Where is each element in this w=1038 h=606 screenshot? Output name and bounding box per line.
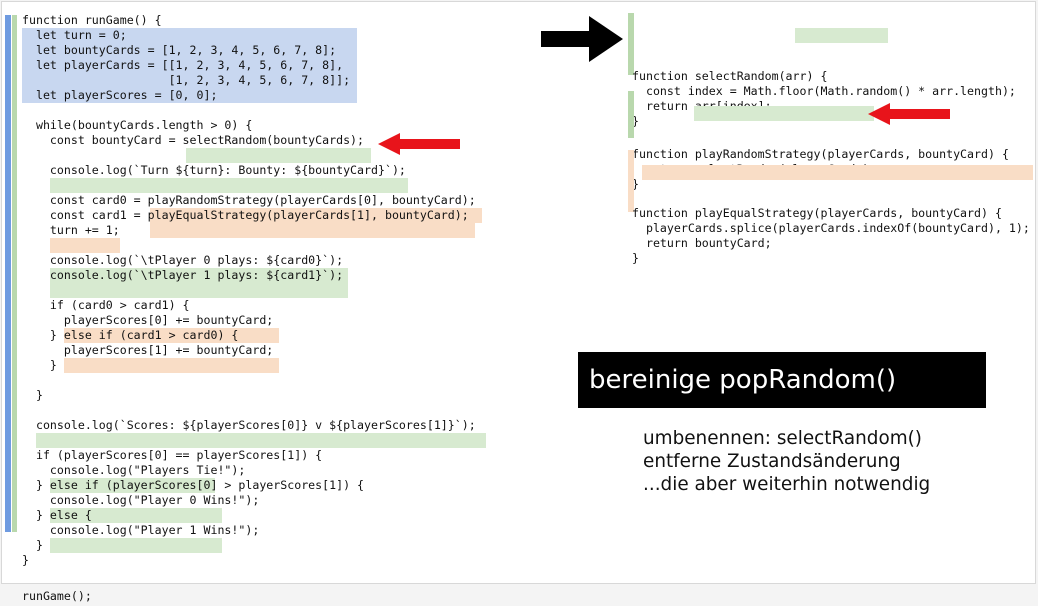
code-line: console.log(`Scores: ${playerScores[0]} …	[22, 418, 476, 432]
slide-title: bereinige popRandom()	[578, 352, 986, 408]
code-line: console.log(`\tPlayer 1 plays: ${card1}`…	[22, 268, 344, 282]
code-line: function selectRandom(arr) {	[632, 69, 828, 83]
code-line: console.log(`\tPlayer 0 plays: ${card0}`…	[22, 253, 344, 267]
code-line: return bountyCard;	[632, 236, 772, 250]
slide: function runGame() { let turn = 0; let b…	[2, 2, 1035, 583]
code-line: playerScores[1] += bountyCard;	[22, 343, 274, 357]
helper-functions: function selectRandom(arr) { const index…	[628, 13, 1033, 265]
hl-log-p1	[50, 538, 222, 553]
code-line: const bountyCard = selectRandom(bountyCa…	[22, 133, 365, 147]
code-line: console.log("Player 1 Wins!");	[22, 523, 260, 537]
code-line: console.log("Players Tie!");	[22, 463, 246, 477]
play-random-function: function playRandomStrategy(playerCards,…	[628, 91, 1033, 191]
run-game-code: function runGame() { let turn = 0; let b…	[22, 13, 502, 583]
code-line: }	[632, 251, 639, 265]
hl-splice	[642, 165, 1033, 180]
code-line: if (playerScores[0] == playerScores[1]) …	[22, 448, 323, 462]
notes: umbenennen: selectRandom() entferne Zust…	[643, 427, 930, 496]
code-line: if (card0 > card1) {	[22, 298, 190, 312]
code-line: }	[22, 553, 29, 567]
code-line: }	[22, 388, 43, 402]
code-line: console.log(`Turn ${turn}: Bounty: ${bou…	[22, 163, 406, 177]
code-line: function runGame() {	[22, 13, 162, 27]
play-equal-function: function playEqualStrategy(playerCards, …	[628, 150, 1033, 265]
hl-select-random-return	[694, 106, 874, 121]
note-line: ...die aber weiterhin notwendig	[643, 474, 931, 495]
black-arrow	[541, 16, 623, 62]
code-line: } else if (playerScores[0] > playerScore…	[22, 478, 365, 492]
hl-turn-increment	[50, 238, 120, 253]
hl-score1	[64, 358, 279, 373]
hl-select-call	[186, 148, 371, 163]
scope-bar-green	[12, 15, 17, 532]
code-line: const card1 = playEqualStrategy(playerCa…	[22, 208, 469, 222]
code-line: }	[22, 358, 57, 372]
code-line: const card0 = playRandomStrategy(playerC…	[22, 193, 476, 207]
note-line: entferne Zustandsänderung	[643, 451, 901, 472]
code-line: function playEqualStrategy(playerCards, …	[632, 206, 1002, 220]
code-line: console.log("Player 0 Wins!");	[22, 493, 260, 507]
code-line: [1, 2, 3, 4, 5, 6, 7, 8]];	[22, 73, 351, 87]
code-line: } else {	[22, 508, 92, 522]
hl-play-equal	[150, 223, 475, 238]
hl-math-random	[795, 28, 888, 43]
red-arrow-helper	[868, 103, 950, 125]
hl-log-scores	[36, 433, 486, 448]
hl-log-turn	[50, 178, 408, 193]
code-line: }	[22, 538, 43, 552]
scope-bar-blue	[5, 15, 11, 532]
code-line: let playerScores = [0, 0];	[22, 88, 218, 102]
code-line: turn += 1;	[22, 223, 120, 237]
code-line: let bountyCards = [1, 2, 3, 4, 5, 6, 7, …	[22, 43, 337, 57]
code-line: playerScores[0] += bountyCard;	[22, 313, 274, 327]
note-line: umbenennen: selectRandom()	[643, 428, 922, 449]
code-line: } else if (card1 > card0) {	[22, 328, 239, 342]
code-line: while(bountyCards.length > 0) {	[22, 118, 253, 132]
code-line: let playerCards = [[1, 2, 3, 4, 5, 6, 7,…	[22, 58, 344, 72]
select-random-function: function selectRandom(arr) { const index…	[628, 13, 1033, 128]
code-line: let turn = 0;	[22, 28, 127, 42]
code-line: playerCards.splice(playerCards.indexOf(b…	[632, 221, 1030, 235]
run-game-call: runGame();	[22, 589, 92, 603]
red-arrow-main	[378, 133, 460, 155]
